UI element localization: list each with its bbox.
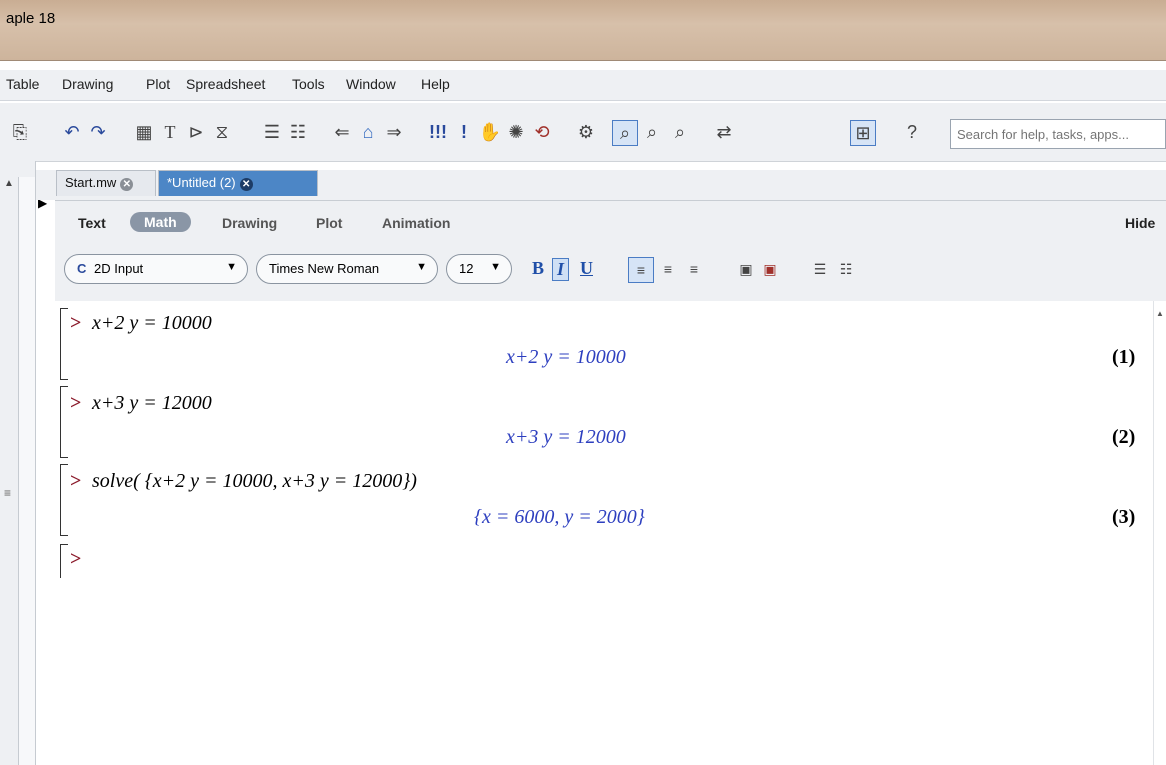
insert-math-icon[interactable]: ⊞ xyxy=(850,120,876,146)
tab-untitled[interactable]: *Untitled (2) ✕ xyxy=(158,170,318,196)
gutter-scroll[interactable] xyxy=(18,177,36,765)
menu-spreadsheet[interactable]: Spreadsheet xyxy=(186,76,265,92)
prompt-icon: > xyxy=(70,392,82,414)
input-text: x+2 y = 10000 xyxy=(92,312,212,334)
tab-label: *Untitled (2) xyxy=(167,175,236,190)
undo-icon[interactable]: ↶ xyxy=(60,120,84,144)
text-icon[interactable]: T xyxy=(158,120,182,144)
mode-plot[interactable]: Plot xyxy=(316,215,342,231)
math-input[interactable]: x+2 y = 10000 xyxy=(92,312,212,335)
mode-math[interactable]: Math xyxy=(130,212,191,232)
window-title: aple 18 xyxy=(6,10,56,27)
gripper-icon[interactable]: ≡ xyxy=(4,486,11,500)
home-icon[interactable]: ⌂ xyxy=(356,120,380,144)
numbered-list-icon[interactable]: ☷ xyxy=(834,257,858,281)
help-icon[interactable]: ? xyxy=(900,120,924,144)
math-input[interactable]: x+3 y = 12000 xyxy=(92,392,212,415)
font-select[interactable]: Times New Roman ▼ xyxy=(256,254,438,284)
menu-bar: Table Drawing Plot Spreadsheet Tools Win… xyxy=(0,70,1166,101)
zoom-100-icon[interactable]: ⌕ xyxy=(612,120,638,146)
execute-icon[interactable]: ! xyxy=(452,120,476,144)
debug-icon[interactable]: ✺ xyxy=(504,120,528,144)
equation-label[interactable]: (2) xyxy=(1112,426,1135,449)
hide-button[interactable]: Hide xyxy=(1125,215,1155,231)
align-center-icon[interactable]: ≡ xyxy=(656,257,680,281)
toggle-icon[interactable]: ⇄ xyxy=(712,120,736,144)
back-icon[interactable]: ⇐ xyxy=(330,120,354,144)
stop-icon[interactable]: ✋ xyxy=(478,120,502,144)
scroll-up-icon[interactable]: ▲ xyxy=(1156,309,1164,318)
chevron-down-icon: ▼ xyxy=(416,261,427,273)
italic-button[interactable]: I xyxy=(552,258,570,281)
bold-button[interactable]: B xyxy=(532,258,544,279)
forward-icon[interactable]: ⇒ xyxy=(382,120,406,144)
math-input[interactable]: solve( {x+2 y = 10000, x+3 y = 12000}) xyxy=(92,470,417,493)
prompt-icon[interactable]: > xyxy=(70,548,81,571)
tab-label: Start.mw xyxy=(65,175,117,190)
zoom-150-icon[interactable]: ⌕ xyxy=(640,120,664,144)
execution-group-bracket[interactable] xyxy=(60,544,68,578)
input-text: solve( {x+2 y = 10000, x+3 y = 12000}) xyxy=(92,470,417,492)
menu-drawing[interactable]: Drawing xyxy=(62,76,113,92)
math-output: x+3 y = 12000 xyxy=(506,426,626,449)
menu-tools[interactable]: Tools xyxy=(292,76,325,92)
mode-drawing[interactable]: Drawing xyxy=(222,215,277,231)
menu-help[interactable]: Help xyxy=(421,76,450,92)
chevron-down-icon: ▼ xyxy=(226,261,237,273)
equation-label[interactable]: (1) xyxy=(1112,346,1135,369)
execute-all-icon[interactable]: !!! xyxy=(426,120,450,144)
menu-window[interactable]: Window xyxy=(346,76,396,92)
input-mode-select[interactable]: C 2D Input ▼ xyxy=(64,254,248,284)
equation-label[interactable]: (3) xyxy=(1112,506,1135,529)
indent-icon[interactable]: ☰ xyxy=(260,120,284,144)
math-output: x+2 y = 10000 xyxy=(506,346,626,369)
font-value: Times New Roman xyxy=(269,261,380,276)
output-text: x+2 y = 10000 xyxy=(506,346,626,368)
execution-group-bracket[interactable] xyxy=(60,464,68,536)
highlight-color-icon[interactable]: ▣ xyxy=(758,257,782,281)
size-select[interactable]: 12 ▼ xyxy=(446,254,512,284)
chevron-down-icon: ▼ xyxy=(490,261,501,273)
align-right-icon[interactable]: ≡ xyxy=(682,257,706,281)
mode-text[interactable]: Text xyxy=(78,215,106,231)
math-text-icon[interactable]: ▦ xyxy=(132,120,156,144)
prompt-icon: > xyxy=(70,470,82,492)
restart-icon[interactable]: ⟲ xyxy=(530,120,554,144)
output-text: x+3 y = 12000 xyxy=(506,426,626,448)
size-value: 12 xyxy=(459,261,474,276)
input-text: x+3 y = 12000 xyxy=(92,392,212,414)
worksheet[interactable] xyxy=(55,301,1153,765)
math-output: {x = 6000, y = 2000} xyxy=(474,506,645,529)
redo-icon[interactable]: ↷ xyxy=(86,120,110,144)
bullet-list-icon[interactable]: ☰ xyxy=(808,257,832,281)
zoom-200-icon[interactable]: ⌕ xyxy=(668,120,692,144)
input-mode-icon: C xyxy=(77,261,87,276)
close-icon[interactable]: ✕ xyxy=(120,178,134,191)
output-text: {x = 6000, y = 2000} xyxy=(474,506,645,528)
mode-animation[interactable]: Animation xyxy=(382,215,450,231)
title-bar: aple 18 xyxy=(0,0,1166,61)
execution-group-bracket[interactable] xyxy=(60,308,68,380)
vertical-scrollbar[interactable]: ▲ xyxy=(1153,301,1166,765)
outdent-icon[interactable]: ☷ xyxy=(286,120,310,144)
search-input[interactable] xyxy=(950,119,1166,149)
execution-group-icon[interactable]: ⊳ xyxy=(184,120,208,144)
section-icon[interactable]: ⧖ xyxy=(210,120,234,144)
tab-start[interactable]: Start.mw ✕ xyxy=(56,170,156,196)
scroll-up-icon[interactable]: ▲ xyxy=(4,178,14,189)
menu-table[interactable]: Table xyxy=(6,76,39,92)
execution-group-bracket[interactable] xyxy=(60,386,68,458)
input-mode-value: 2D Input xyxy=(94,261,144,276)
settings-icon[interactable]: ⚙ xyxy=(574,120,598,144)
align-left-icon[interactable]: ≡ xyxy=(628,257,654,283)
paste-icon[interactable]: ⎘ xyxy=(8,120,32,144)
menu-plot[interactable]: Plot xyxy=(146,76,170,92)
close-icon[interactable]: ✕ xyxy=(239,178,253,191)
underline-button[interactable]: U xyxy=(580,258,593,279)
text-color-icon[interactable]: ▣ xyxy=(734,257,758,281)
document-tabs: Start.mw ✕ *Untitled (2) ✕ xyxy=(36,170,1166,200)
prompt-icon: > xyxy=(70,312,82,334)
